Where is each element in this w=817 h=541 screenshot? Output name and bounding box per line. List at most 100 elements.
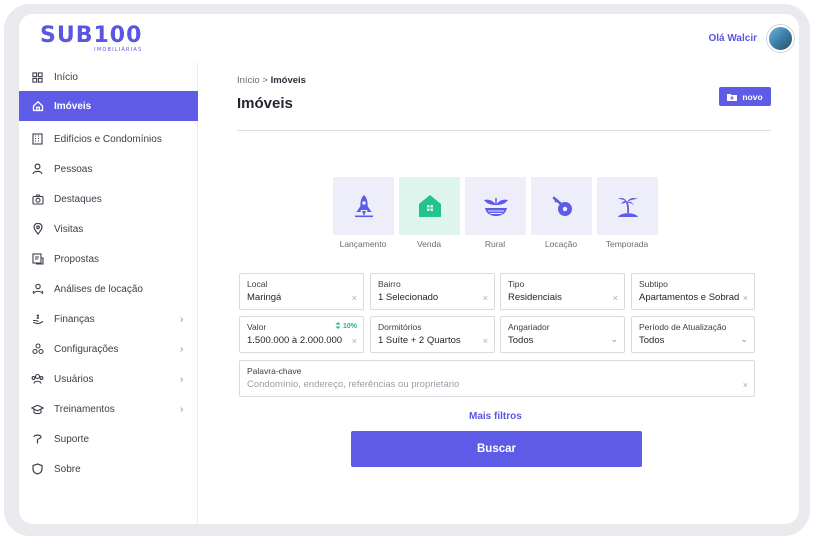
sidebar-item-label: Finanças xyxy=(54,313,95,325)
sidebar-item-analises[interactable]: Análises de locação xyxy=(19,274,198,304)
type-label-locacao: Locação xyxy=(544,239,578,249)
sidebar-item-sobre[interactable]: Sobre xyxy=(19,454,198,484)
breadcrumb-separator: > xyxy=(262,75,268,86)
sidebar-item-suporte[interactable]: Suporte xyxy=(19,424,198,454)
tipo-field[interactable]: Tipo Residenciais × xyxy=(500,273,625,310)
graduation-cap-icon xyxy=(31,403,44,416)
local-label: Local xyxy=(247,279,268,289)
local-field[interactable]: Local Maringá × xyxy=(239,273,364,310)
new-property-button[interactable]: novo xyxy=(719,87,771,106)
periodo-value: Todos xyxy=(639,335,665,346)
sidebar-item-label: Propostas xyxy=(54,253,100,265)
people-icon xyxy=(31,283,44,296)
dormitorios-field[interactable]: Dormitórios 1 Suíte + 2 Quartos × xyxy=(370,316,495,353)
sidebar-item-destaques[interactable]: Destaques xyxy=(19,184,198,214)
angariador-select[interactable]: Angariador Todos ⌄ xyxy=(500,316,625,353)
sidebar-item-visitas[interactable]: Visitas xyxy=(19,214,198,244)
person-icon xyxy=(31,163,44,176)
rocket-icon xyxy=(354,195,373,218)
rural-icon xyxy=(483,198,508,216)
sidebar-item-label: Análises de locação xyxy=(54,283,143,295)
bairro-label: Bairro xyxy=(378,279,401,289)
more-filters-link[interactable]: Mais filtros xyxy=(469,411,522,422)
valor-label: Valor xyxy=(247,322,267,332)
angariador-value: Todos xyxy=(508,335,534,346)
logo[interactable]: SUB100 IMOBILIÁRIAS xyxy=(40,25,142,54)
building-icon xyxy=(31,133,44,146)
sidebar-item-financas[interactable]: Finanças › xyxy=(19,304,198,334)
clear-icon[interactable]: × xyxy=(743,380,748,390)
keyword-placeholder: Condomínio, endereço, referências ou pro… xyxy=(247,379,460,390)
sidebar-item-label: Configurações xyxy=(54,343,119,355)
valor-field[interactable]: Valor 10% 1.500.000 à 2.000.000 × xyxy=(239,316,364,353)
shield-icon xyxy=(31,463,44,476)
type-card-temporada[interactable] xyxy=(597,177,658,235)
type-label-lancamento: Lançamento xyxy=(339,239,387,249)
arrows-up-down-icon xyxy=(335,322,341,329)
sidebar-item-usuarios[interactable]: Usuários › xyxy=(19,364,198,394)
sidebar-item-label: Treinamentos xyxy=(54,403,115,415)
percentage-value: 10% xyxy=(342,323,357,330)
key-icon xyxy=(552,196,572,216)
sidebar-item-imoveis[interactable]: Imóveis xyxy=(19,91,198,121)
type-label-rural: Rural xyxy=(484,239,506,249)
sidebar-item-inicio[interactable]: Início xyxy=(19,62,198,92)
sidebar-item-edificios[interactable]: Edifícios e Condomínios xyxy=(19,124,198,154)
grid-icon xyxy=(31,71,44,84)
avatar[interactable] xyxy=(767,25,794,52)
type-card-locacao[interactable] xyxy=(531,177,592,235)
percentage-badge: 10% xyxy=(335,322,357,330)
sidebar-item-configuracoes[interactable]: Configurações › xyxy=(19,334,198,364)
top-bar: SUB100 IMOBILIÁRIAS Olá Walcir xyxy=(19,14,799,62)
users-icon xyxy=(31,373,44,386)
sidebar-item-label: Pessoas xyxy=(54,163,93,175)
type-card-venda[interactable] xyxy=(399,177,460,235)
sidebar: Início Imóveis Edifícios e Condomínios P… xyxy=(19,62,198,524)
chevron-down-icon: ⌄ xyxy=(610,334,618,344)
search-button[interactable]: Buscar xyxy=(351,431,642,467)
chevron-right-icon: › xyxy=(180,403,184,415)
sidebar-item-label: Destaques xyxy=(54,193,102,205)
clear-icon[interactable]: × xyxy=(613,293,618,303)
tipo-value: Residenciais xyxy=(508,292,562,303)
bairro-value: 1 Selecionado xyxy=(378,292,439,303)
camera-icon xyxy=(31,193,44,206)
sidebar-item-label: Visitas xyxy=(54,223,84,235)
local-value: Maringá xyxy=(247,292,282,303)
user-greeting[interactable]: Olá Walcir xyxy=(708,33,757,44)
type-label-venda: Venda xyxy=(416,239,442,249)
chevron-right-icon: › xyxy=(180,343,184,355)
keyword-label: Palavra-chave xyxy=(247,366,302,376)
clear-icon[interactable]: × xyxy=(483,293,488,303)
periodo-select[interactable]: Período de Atualização Todos ⌄ xyxy=(631,316,755,353)
home-icon xyxy=(31,100,44,113)
sidebar-item-label: Suporte xyxy=(54,433,90,445)
proposal-icon xyxy=(31,253,44,266)
sidebar-item-propostas[interactable]: Propostas xyxy=(19,244,198,274)
clear-icon[interactable]: × xyxy=(352,336,357,346)
breadcrumb-root[interactable]: Início xyxy=(237,75,260,86)
chevron-right-icon: › xyxy=(180,313,184,325)
palm-tree-icon xyxy=(617,198,638,217)
new-button-label: novo xyxy=(742,91,763,102)
type-card-rural[interactable] xyxy=(465,177,526,235)
sidebar-item-pessoas[interactable]: Pessoas xyxy=(19,154,198,184)
type-card-lancamento[interactable] xyxy=(333,177,394,235)
subtipo-value: Apartamentos e Sobrados xyxy=(639,292,739,303)
settings-icon xyxy=(31,343,44,356)
subtipo-label: Subtipo xyxy=(639,279,668,289)
clear-icon[interactable]: × xyxy=(483,336,488,346)
angariador-label: Angariador xyxy=(508,322,550,332)
sidebar-item-treinamentos[interactable]: Treinamentos › xyxy=(19,394,198,424)
clear-icon[interactable]: × xyxy=(743,293,748,303)
keyword-input[interactable]: Palavra-chave Condomínio, endereço, refe… xyxy=(239,360,755,397)
bairro-field[interactable]: Bairro 1 Selecionado × xyxy=(370,273,495,310)
clear-icon[interactable]: × xyxy=(352,293,357,303)
map-pin-icon xyxy=(31,223,44,236)
sidebar-item-label: Sobre xyxy=(54,463,81,475)
folder-plus-icon xyxy=(727,93,738,101)
sidebar-item-label: Início xyxy=(54,71,78,83)
chevron-down-icon: ⌄ xyxy=(740,334,748,344)
breadcrumb: Início > Imóveis xyxy=(237,75,306,86)
subtipo-field[interactable]: Subtipo Apartamentos e Sobrados × xyxy=(631,273,755,310)
